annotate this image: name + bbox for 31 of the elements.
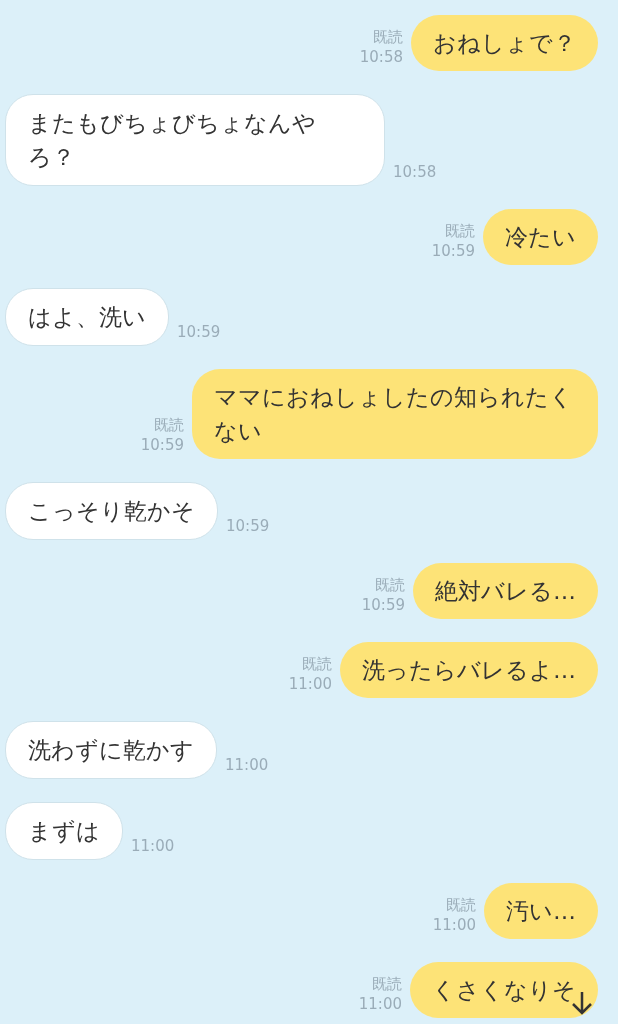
read-receipt: 既読 — [372, 27, 403, 47]
read-receipt: 既読 — [374, 575, 405, 595]
message-bubble: くさくなりそ — [410, 962, 598, 1018]
message-bubble: こっそり乾かそ — [5, 482, 218, 540]
message-time: 10:59 — [140, 435, 184, 455]
message-bubble: 絶対バレる… — [413, 563, 598, 619]
message-time: 10:59 — [431, 241, 475, 261]
read-receipt: 既読 — [371, 974, 402, 994]
message-bubble: 洗ったらバレるよ… — [340, 642, 598, 698]
message-time: 11:00 — [225, 755, 269, 775]
message-bubble: 汚い… — [484, 883, 598, 939]
read-receipt: 既読 — [153, 415, 184, 435]
message-time: 10:58 — [359, 47, 403, 67]
message-bubble: まずは — [5, 802, 123, 860]
message-time: 10:59 — [226, 516, 270, 536]
message-time: 11:00 — [131, 836, 175, 856]
read-receipt: 既読 — [301, 654, 332, 674]
message-bubble: おねしょで？ — [411, 15, 598, 71]
message-time: 11:00 — [432, 915, 476, 935]
message-bubble: はよ、洗い — [5, 288, 169, 346]
message-time: 11:00 — [358, 994, 402, 1014]
message-time: 11:00 — [288, 674, 332, 694]
message-bubble: ママにおねしょしたの知られたくない — [192, 369, 598, 459]
message-bubble: 冷たい — [483, 209, 598, 265]
read-receipt: 既読 — [445, 895, 476, 915]
message-bubble: またもびちょびちょなんやろ？ — [5, 94, 385, 186]
read-receipt: 既読 — [444, 221, 475, 241]
message-time: 10:58 — [393, 162, 437, 182]
message-bubble: 洗わずに乾かす — [5, 721, 217, 779]
message-time: 10:59 — [361, 595, 405, 615]
message-time: 10:59 — [177, 322, 221, 342]
